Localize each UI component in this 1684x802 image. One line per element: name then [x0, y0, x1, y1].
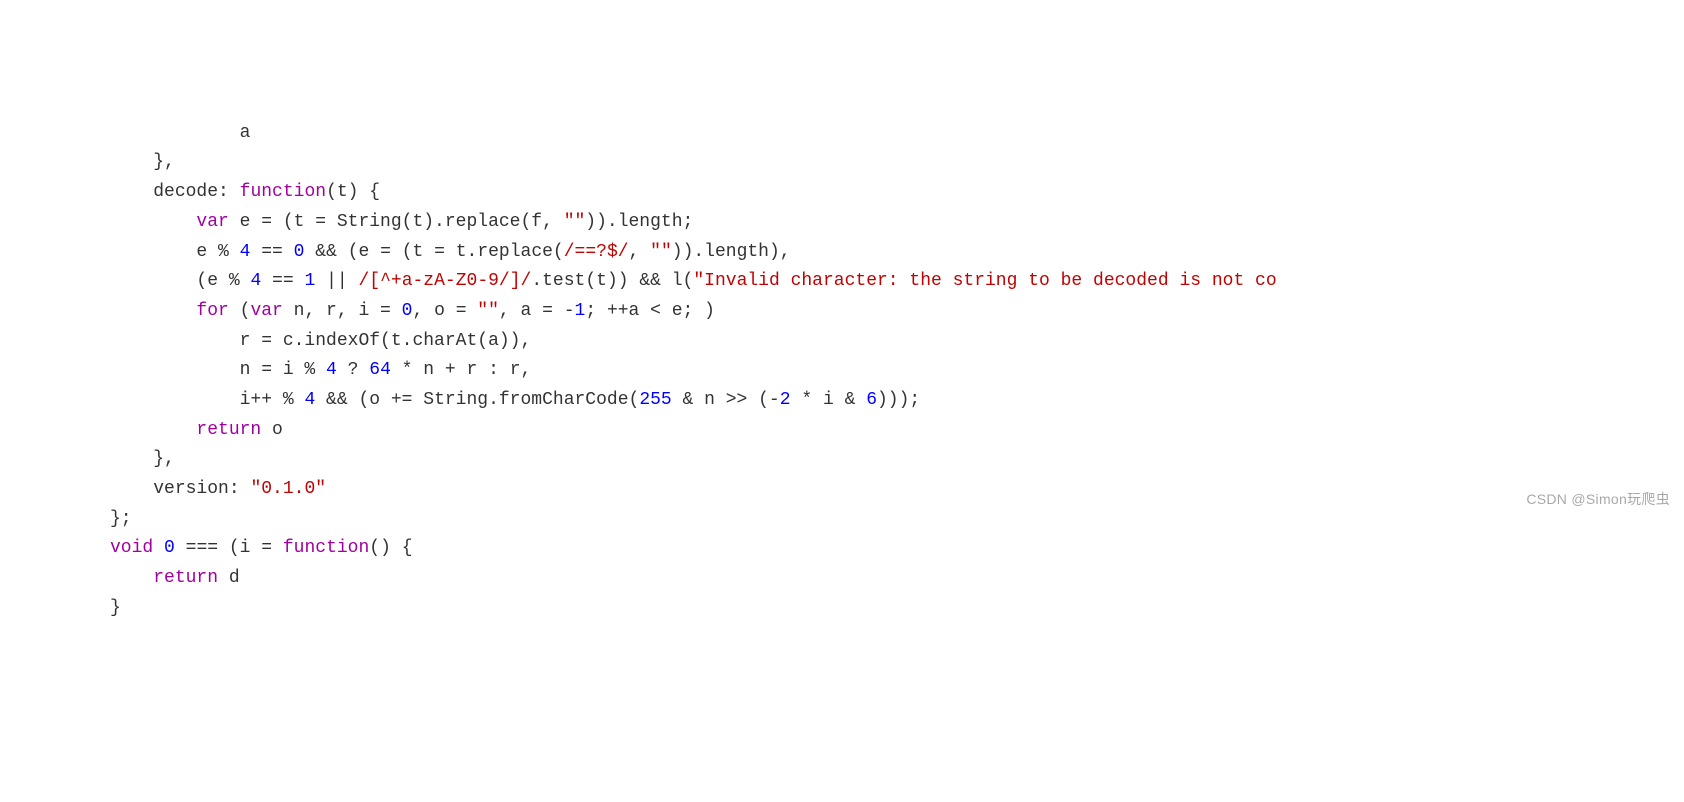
code-token: 4	[326, 360, 337, 380]
code-token: 1	[575, 301, 586, 321]
code-line: version: "0.1.0"	[110, 479, 326, 499]
code-token: 0	[294, 242, 305, 262]
code-token: (e %	[196, 271, 250, 291]
code-token: n = i %	[240, 360, 326, 380]
code-token: )).length;	[585, 212, 693, 232]
code-token: version	[153, 479, 229, 499]
code-token: 4	[304, 390, 315, 410]
code-token: 2	[780, 390, 791, 410]
code-token: d	[218, 568, 240, 588]
code-token: 255	[639, 390, 671, 410]
code-token: }	[110, 598, 121, 618]
code-token: , a = -	[499, 301, 575, 321]
code-token: function	[283, 538, 369, 558]
code-token: )));	[877, 390, 920, 410]
code-line: i++ % 4 && (o += String.fromCharCode(255…	[110, 390, 920, 410]
code-token: e %	[196, 242, 239, 262]
code-token: )).length),	[672, 242, 791, 262]
code-line: for (var n, r, i = 0, o = "", a = -1; ++…	[110, 301, 715, 321]
code-token: "0.1.0"	[250, 479, 326, 499]
code-token: o	[261, 420, 283, 440]
code-token: & n >> (-	[672, 390, 780, 410]
code-token: /==?$/	[564, 242, 629, 262]
code-line: },	[110, 152, 175, 172]
code-token: === (i =	[175, 538, 283, 558]
code-line: }	[110, 598, 121, 618]
code-token: return	[153, 568, 218, 588]
code-token: 0	[164, 538, 175, 558]
code-token: for	[196, 301, 228, 321]
code-token: var	[250, 301, 282, 321]
code-token: ,	[629, 242, 651, 262]
code-line: decode: function(t) {	[110, 182, 380, 202]
code-line: },	[110, 449, 175, 469]
code-token: ""	[650, 242, 672, 262]
code-line: e % 4 == 0 && (e = (t = t.replace(/==?$/…	[110, 242, 791, 262]
code-token: r = c.indexOf(t.charAt(a)),	[240, 331, 532, 351]
code-token: void	[110, 538, 153, 558]
code-line: r = c.indexOf(t.charAt(a)),	[110, 331, 531, 351]
code-token: .test(t)) && l(	[531, 271, 693, 291]
code-line: n = i % 4 ? 64 * n + r : r,	[110, 360, 531, 380]
code-token: e = (t = String(t).replace(f,	[229, 212, 564, 232]
code-token: n, r, i =	[283, 301, 402, 321]
code-token: a	[240, 123, 251, 143]
code-token: :	[218, 182, 240, 202]
code-token: return	[196, 420, 261, 440]
code-token: var	[196, 212, 228, 232]
code-token: function	[240, 182, 326, 202]
code-token: ?	[337, 360, 369, 380]
code-line: return o	[110, 420, 283, 440]
code-token: ==	[250, 242, 293, 262]
code-token: :	[229, 479, 251, 499]
code-token: i++ %	[240, 390, 305, 410]
code-token: 4	[240, 242, 251, 262]
code-token: * i &	[791, 390, 867, 410]
code-token: 6	[866, 390, 877, 410]
watermark-text: CSDN @Simon玩爬虫	[1526, 488, 1670, 511]
code-token: && (o += String.fromCharCode(	[315, 390, 639, 410]
code-token: 1	[304, 271, 315, 291]
code-token: decode	[153, 182, 218, 202]
code-token: (t) {	[326, 182, 380, 202]
code-token: * n + r : r,	[391, 360, 531, 380]
code-token: "Invalid character: the string to be dec…	[693, 271, 1276, 291]
code-token: ==	[261, 271, 304, 291]
code-token	[153, 538, 164, 558]
code-token: ; ++a < e; )	[585, 301, 715, 321]
code-token: (	[229, 301, 251, 321]
code-token: () {	[369, 538, 412, 558]
code-token: /[^+a-zA-Z0-9/]/	[359, 271, 532, 291]
code-token: && (e = (t = t.replace(	[304, 242, 563, 262]
code-token: 64	[369, 360, 391, 380]
code-token: ""	[564, 212, 586, 232]
code-line: void 0 === (i = function() {	[110, 538, 413, 558]
code-line: var e = (t = String(t).replace(f, "")).l…	[110, 212, 693, 232]
code-token: ""	[477, 301, 499, 321]
code-token: 0	[402, 301, 413, 321]
code-token: ||	[315, 271, 358, 291]
code-line: return d	[110, 568, 240, 588]
code-token: 4	[250, 271, 261, 291]
code-token: , o =	[412, 301, 477, 321]
code-block: a }, decode: function(t) { var e = (t = …	[0, 119, 1684, 624]
code-line: (e % 4 == 1 || /[^+a-zA-Z0-9/]/.test(t))…	[110, 271, 1277, 291]
code-token: },	[153, 449, 175, 469]
code-token: },	[153, 152, 175, 172]
code-line: };	[110, 509, 132, 529]
code-token: };	[110, 509, 132, 529]
code-line: a	[110, 123, 250, 143]
